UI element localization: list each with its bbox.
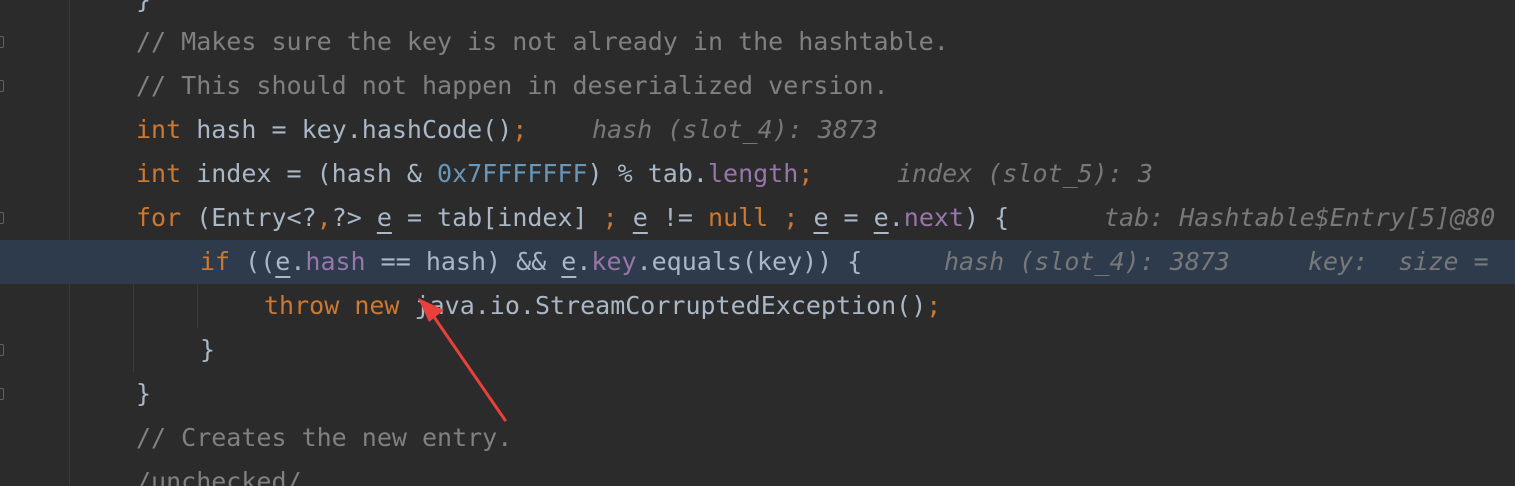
semicolon: ; bbox=[512, 115, 528, 144]
code-text: == hash) && bbox=[365, 247, 562, 276]
code-editor[interactable]: } // Makes sure the key is not already i… bbox=[0, 0, 1515, 486]
keyword-for: for bbox=[136, 203, 182, 232]
keyword-int: int bbox=[136, 115, 182, 144]
comma: , bbox=[316, 203, 332, 232]
code-line[interactable]: int index = (hash & 0x7FFFFFFF) % tab.le… bbox=[0, 152, 1515, 196]
annotation-text: /unchecked/ bbox=[136, 467, 302, 486]
code-line[interactable]: for (Entry<?,?> e = tab[index] ; e != nu… bbox=[0, 196, 1515, 240]
code-text: = tab[index] bbox=[391, 203, 603, 232]
field-length: length bbox=[707, 159, 799, 188]
variable-e: e bbox=[632, 203, 648, 232]
variable-e: e bbox=[376, 203, 392, 232]
code-text: .equals(key)) { bbox=[636, 247, 863, 276]
keyword-int: int bbox=[136, 159, 182, 188]
keyword-if: if bbox=[200, 247, 231, 276]
code-text: = bbox=[828, 203, 874, 232]
inline-debug-hint: tab: Hashtable$Entry[5]@80 bbox=[1104, 203, 1496, 232]
code-text: index = (hash & bbox=[181, 159, 438, 188]
code-text: java.io.StreamCorruptedException() bbox=[399, 291, 927, 320]
comment-text: // Creates the new entry. bbox=[136, 423, 513, 452]
code-text: . bbox=[290, 247, 306, 276]
code-text: . bbox=[576, 247, 592, 276]
code-text: != bbox=[647, 203, 709, 232]
closing-brace: } bbox=[136, 379, 152, 408]
code-text: (( bbox=[230, 247, 276, 276]
semicolon: ; bbox=[798, 159, 814, 188]
code-line[interactable]: } bbox=[0, 0, 1515, 22]
inline-debug-hint: hash (slot_4): 3873 bbox=[592, 115, 878, 144]
semicolon: ; bbox=[783, 203, 799, 232]
code-text: (Entry<? bbox=[181, 203, 317, 232]
keyword-new: new bbox=[354, 291, 400, 320]
code-line[interactable]: throw new java.io.StreamCorruptedExcepti… bbox=[0, 284, 1515, 328]
variable-e: e bbox=[561, 247, 577, 276]
code-text: ) { bbox=[964, 203, 1010, 232]
inline-debug-hint: hash (slot_4): 3873 bbox=[944, 247, 1230, 276]
code-line[interactable]: // This should not happen in deserialize… bbox=[0, 64, 1515, 108]
semicolon: ; bbox=[926, 291, 942, 320]
keyword-null: null bbox=[708, 203, 769, 232]
code-line[interactable]: } bbox=[0, 372, 1515, 416]
comment-text: // Makes sure the key is not already in … bbox=[136, 27, 949, 56]
code-text: hash = key.hashCode() bbox=[181, 115, 513, 144]
keyword-throw: throw bbox=[264, 291, 340, 320]
variable-e: e bbox=[275, 247, 291, 276]
code-line[interactable]: } bbox=[0, 328, 1515, 372]
code-line[interactable]: // Creates the new entry. bbox=[0, 416, 1515, 460]
variable-e: e bbox=[873, 203, 889, 232]
code-line[interactable]: /unchecked/ bbox=[0, 460, 1515, 486]
inline-debug-hint: index (slot_5): 3 bbox=[897, 159, 1153, 188]
field-key: key bbox=[591, 247, 637, 276]
execution-line[interactable]: if ((e.hash == hash) && e.key.equals(key… bbox=[0, 240, 1515, 284]
semicolon: ; bbox=[602, 203, 618, 232]
code-text: ) % tab. bbox=[587, 159, 708, 188]
inline-debug-hint: key: size = bbox=[1308, 247, 1504, 276]
code-text: . bbox=[888, 203, 904, 232]
hex-literal: 0x7FFFFFFF bbox=[437, 159, 588, 188]
closing-brace: } bbox=[136, 0, 151, 14]
closing-brace: } bbox=[200, 335, 216, 364]
field-next: next bbox=[903, 203, 964, 232]
comment-text: // This should not happen in deserialize… bbox=[136, 71, 889, 100]
code-text: ?> bbox=[331, 203, 377, 232]
variable-e: e bbox=[813, 203, 829, 232]
code-line[interactable]: int hash = key.hashCode(); hash (slot_4)… bbox=[0, 108, 1515, 152]
field-hash: hash bbox=[305, 247, 366, 276]
code-line[interactable]: // Makes sure the key is not already in … bbox=[0, 20, 1515, 64]
